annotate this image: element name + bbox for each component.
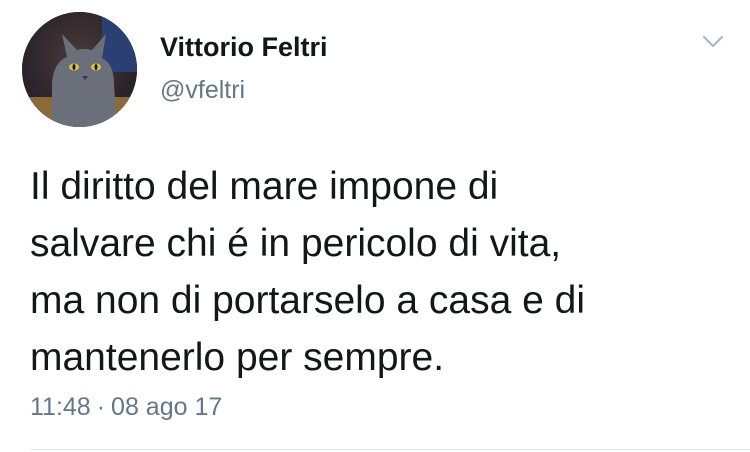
author-display-name[interactable]: Vittorio Feltri	[160, 32, 328, 63]
avatar[interactable]	[22, 12, 137, 127]
divider	[30, 449, 750, 450]
tweet-text-line: mantenerlo per sempre.	[30, 336, 445, 379]
timestamp-separator: ·	[96, 393, 106, 421]
tweet-timestamp[interactable]: 11:48 · 08 ago 17	[30, 393, 222, 422]
tweet-menu-button[interactable]	[700, 32, 726, 52]
tweet-text-line: Il diritto del mare impone di	[30, 165, 499, 208]
tweet-text-line: salvare chi é in pericolo di vita,	[30, 222, 562, 265]
chevron-down-icon	[702, 35, 724, 48]
tweet-time: 11:48	[30, 393, 91, 421]
author-handle[interactable]: @vfeltri	[160, 76, 245, 105]
tweet-date: 08 ago 17	[111, 393, 223, 421]
tweet-text-line: ma non di portarselo a casa e di	[30, 279, 585, 322]
cat-avatar-icon	[22, 12, 137, 127]
tweet-text: Il diritto del mare impone di salvare ch…	[30, 158, 730, 386]
